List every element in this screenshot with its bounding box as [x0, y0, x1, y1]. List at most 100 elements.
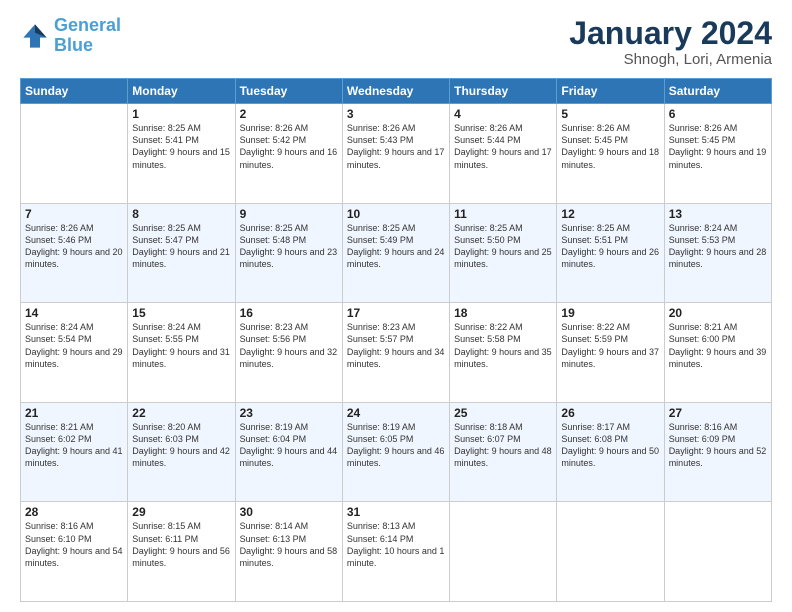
table-row: 12Sunrise: 8:25 AMSunset: 5:51 PMDayligh…	[557, 203, 664, 303]
col-saturday: Saturday	[664, 79, 771, 104]
col-thursday: Thursday	[450, 79, 557, 104]
table-row: 7Sunrise: 8:26 AMSunset: 5:46 PMDaylight…	[21, 203, 128, 303]
table-row: 24Sunrise: 8:19 AMSunset: 6:05 PMDayligh…	[342, 402, 449, 502]
day-number: 29	[132, 505, 230, 519]
col-sunday: Sunday	[21, 79, 128, 104]
day-info: Sunrise: 8:26 AMSunset: 5:42 PMDaylight:…	[240, 122, 338, 171]
day-number: 2	[240, 107, 338, 121]
col-monday: Monday	[128, 79, 235, 104]
col-tuesday: Tuesday	[235, 79, 342, 104]
day-number: 8	[132, 207, 230, 221]
day-info: Sunrise: 8:24 AMSunset: 5:54 PMDaylight:…	[25, 321, 123, 370]
table-row: 8Sunrise: 8:25 AMSunset: 5:47 PMDaylight…	[128, 203, 235, 303]
logo-icon	[20, 21, 50, 51]
table-row: 14Sunrise: 8:24 AMSunset: 5:54 PMDayligh…	[21, 303, 128, 403]
day-number: 20	[669, 306, 767, 320]
day-number: 10	[347, 207, 445, 221]
table-row: 31Sunrise: 8:13 AMSunset: 6:14 PMDayligh…	[342, 502, 449, 602]
day-number: 7	[25, 207, 123, 221]
day-info: Sunrise: 8:26 AMSunset: 5:46 PMDaylight:…	[25, 222, 123, 271]
day-number: 15	[132, 306, 230, 320]
subtitle: Shnogh, Lori, Armenia	[569, 51, 772, 68]
calendar-week-row: 14Sunrise: 8:24 AMSunset: 5:54 PMDayligh…	[21, 303, 772, 403]
day-info: Sunrise: 8:15 AMSunset: 6:11 PMDaylight:…	[132, 520, 230, 569]
table-row: 5Sunrise: 8:26 AMSunset: 5:45 PMDaylight…	[557, 104, 664, 204]
day-number: 5	[561, 107, 659, 121]
day-number: 26	[561, 406, 659, 420]
day-number: 4	[454, 107, 552, 121]
day-number: 27	[669, 406, 767, 420]
logo-text: General Blue	[54, 16, 121, 56]
table-row: 9Sunrise: 8:25 AMSunset: 5:48 PMDaylight…	[235, 203, 342, 303]
table-row: 28Sunrise: 8:16 AMSunset: 6:10 PMDayligh…	[21, 502, 128, 602]
calendar-week-row: 7Sunrise: 8:26 AMSunset: 5:46 PMDaylight…	[21, 203, 772, 303]
day-info: Sunrise: 8:22 AMSunset: 5:59 PMDaylight:…	[561, 321, 659, 370]
day-info: Sunrise: 8:26 AMSunset: 5:45 PMDaylight:…	[561, 122, 659, 171]
table-row: 26Sunrise: 8:17 AMSunset: 6:08 PMDayligh…	[557, 402, 664, 502]
table-row: 6Sunrise: 8:26 AMSunset: 5:45 PMDaylight…	[664, 104, 771, 204]
day-info: Sunrise: 8:26 AMSunset: 5:43 PMDaylight:…	[347, 122, 445, 171]
table-row: 20Sunrise: 8:21 AMSunset: 6:00 PMDayligh…	[664, 303, 771, 403]
day-number: 19	[561, 306, 659, 320]
day-number: 13	[669, 207, 767, 221]
day-number: 16	[240, 306, 338, 320]
calendar-table: Sunday Monday Tuesday Wednesday Thursday…	[20, 78, 772, 602]
day-info: Sunrise: 8:24 AMSunset: 5:55 PMDaylight:…	[132, 321, 230, 370]
day-info: Sunrise: 8:16 AMSunset: 6:10 PMDaylight:…	[25, 520, 123, 569]
col-wednesday: Wednesday	[342, 79, 449, 104]
month-title: January 2024	[569, 16, 772, 51]
day-info: Sunrise: 8:22 AMSunset: 5:58 PMDaylight:…	[454, 321, 552, 370]
day-info: Sunrise: 8:16 AMSunset: 6:09 PMDaylight:…	[669, 421, 767, 470]
day-info: Sunrise: 8:19 AMSunset: 6:04 PMDaylight:…	[240, 421, 338, 470]
day-number: 9	[240, 207, 338, 221]
day-number: 3	[347, 107, 445, 121]
day-number: 14	[25, 306, 123, 320]
day-info: Sunrise: 8:26 AMSunset: 5:44 PMDaylight:…	[454, 122, 552, 171]
calendar-week-row: 21Sunrise: 8:21 AMSunset: 6:02 PMDayligh…	[21, 402, 772, 502]
day-number: 6	[669, 107, 767, 121]
day-number: 23	[240, 406, 338, 420]
day-number: 18	[454, 306, 552, 320]
day-info: Sunrise: 8:24 AMSunset: 5:53 PMDaylight:…	[669, 222, 767, 271]
day-info: Sunrise: 8:25 AMSunset: 5:41 PMDaylight:…	[132, 122, 230, 171]
day-number: 22	[132, 406, 230, 420]
table-row: 22Sunrise: 8:20 AMSunset: 6:03 PMDayligh…	[128, 402, 235, 502]
day-number: 17	[347, 306, 445, 320]
table-row: 19Sunrise: 8:22 AMSunset: 5:59 PMDayligh…	[557, 303, 664, 403]
day-info: Sunrise: 8:25 AMSunset: 5:51 PMDaylight:…	[561, 222, 659, 271]
day-number: 31	[347, 505, 445, 519]
day-info: Sunrise: 8:13 AMSunset: 6:14 PMDaylight:…	[347, 520, 445, 569]
table-row: 13Sunrise: 8:24 AMSunset: 5:53 PMDayligh…	[664, 203, 771, 303]
day-number: 28	[25, 505, 123, 519]
table-row	[664, 502, 771, 602]
col-friday: Friday	[557, 79, 664, 104]
calendar-week-row: 28Sunrise: 8:16 AMSunset: 6:10 PMDayligh…	[21, 502, 772, 602]
table-row: 1Sunrise: 8:25 AMSunset: 5:41 PMDaylight…	[128, 104, 235, 204]
table-row: 3Sunrise: 8:26 AMSunset: 5:43 PMDaylight…	[342, 104, 449, 204]
day-number: 12	[561, 207, 659, 221]
day-number: 30	[240, 505, 338, 519]
day-info: Sunrise: 8:21 AMSunset: 6:00 PMDaylight:…	[669, 321, 767, 370]
day-info: Sunrise: 8:26 AMSunset: 5:45 PMDaylight:…	[669, 122, 767, 171]
header: General Blue January 2024 Shnogh, Lori, …	[20, 16, 772, 68]
table-row: 10Sunrise: 8:25 AMSunset: 5:49 PMDayligh…	[342, 203, 449, 303]
table-row: 23Sunrise: 8:19 AMSunset: 6:04 PMDayligh…	[235, 402, 342, 502]
day-info: Sunrise: 8:14 AMSunset: 6:13 PMDaylight:…	[240, 520, 338, 569]
day-info: Sunrise: 8:25 AMSunset: 5:47 PMDaylight:…	[132, 222, 230, 271]
calendar-week-row: 1Sunrise: 8:25 AMSunset: 5:41 PMDaylight…	[21, 104, 772, 204]
page: General Blue January 2024 Shnogh, Lori, …	[0, 0, 792, 612]
header-row: Sunday Monday Tuesday Wednesday Thursday…	[21, 79, 772, 104]
table-row: 21Sunrise: 8:21 AMSunset: 6:02 PMDayligh…	[21, 402, 128, 502]
day-info: Sunrise: 8:17 AMSunset: 6:08 PMDaylight:…	[561, 421, 659, 470]
day-info: Sunrise: 8:25 AMSunset: 5:48 PMDaylight:…	[240, 222, 338, 271]
day-info: Sunrise: 8:18 AMSunset: 6:07 PMDaylight:…	[454, 421, 552, 470]
day-number: 1	[132, 107, 230, 121]
table-row: 29Sunrise: 8:15 AMSunset: 6:11 PMDayligh…	[128, 502, 235, 602]
day-info: Sunrise: 8:21 AMSunset: 6:02 PMDaylight:…	[25, 421, 123, 470]
table-row: 27Sunrise: 8:16 AMSunset: 6:09 PMDayligh…	[664, 402, 771, 502]
table-row: 25Sunrise: 8:18 AMSunset: 6:07 PMDayligh…	[450, 402, 557, 502]
table-row: 4Sunrise: 8:26 AMSunset: 5:44 PMDaylight…	[450, 104, 557, 204]
day-number: 11	[454, 207, 552, 221]
day-info: Sunrise: 8:19 AMSunset: 6:05 PMDaylight:…	[347, 421, 445, 470]
table-row: 2Sunrise: 8:26 AMSunset: 5:42 PMDaylight…	[235, 104, 342, 204]
